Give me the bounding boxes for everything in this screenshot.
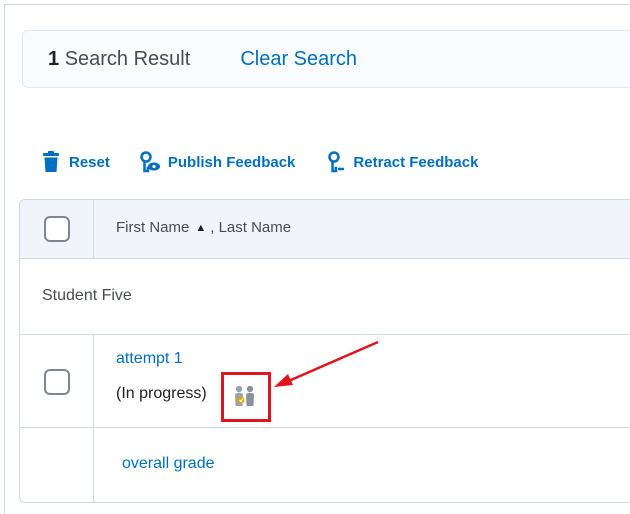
attempt-checkbox[interactable]	[44, 369, 70, 395]
retract-feedback-button[interactable]: Retract Feedback	[327, 151, 478, 173]
action-toolbar: Reset Publish Feedback Retract Feedback	[42, 150, 478, 174]
users-in-progress-icon[interactable]	[232, 384, 258, 408]
search-result-bar: 1 Search Result Clear Search	[22, 30, 630, 88]
column-divider	[93, 428, 94, 502]
publish-feedback-button[interactable]: Publish Feedback	[139, 151, 296, 173]
reset-label: Reset	[69, 153, 110, 171]
retract-feedback-icon	[328, 151, 345, 173]
select-all-checkbox[interactable]	[44, 216, 70, 242]
search-result-label: Search Result	[64, 47, 191, 70]
overall-grade-link[interactable]: overall grade	[122, 455, 215, 473]
last-name-sort-link[interactable]: , Last Name	[210, 219, 291, 236]
table-header-row: First Name ▲ , Last Name	[20, 200, 630, 259]
first-name-sort-link[interactable]: First Name	[116, 219, 189, 236]
publish-feedback-icon	[140, 151, 160, 173]
trash-icon	[43, 151, 59, 172]
publish-feedback-label: Publish Feedback	[167, 153, 296, 171]
search-result-count: 1	[48, 47, 60, 70]
column-divider	[93, 335, 94, 428]
student-name: Student Five	[42, 287, 132, 304]
reset-button[interactable]: Reset	[42, 151, 110, 173]
attempt-link[interactable]: attempt 1	[116, 350, 183, 368]
column-divider	[93, 200, 94, 259]
sort-ascending-icon: ▲	[195, 221, 207, 234]
name-column-header: First Name ▲ , Last Name	[116, 219, 291, 236]
search-result-summary: 1 Search Result	[48, 48, 190, 71]
annotation-arrow	[274, 340, 379, 387]
retract-feedback-label: Retract Feedback	[353, 153, 479, 171]
overall-grade-row: overall grade	[20, 428, 630, 502]
attempt-status: (In progress)	[116, 385, 207, 402]
student-group-row: Student Five	[20, 259, 630, 335]
clear-search-link[interactable]: Clear Search	[240, 48, 357, 71]
